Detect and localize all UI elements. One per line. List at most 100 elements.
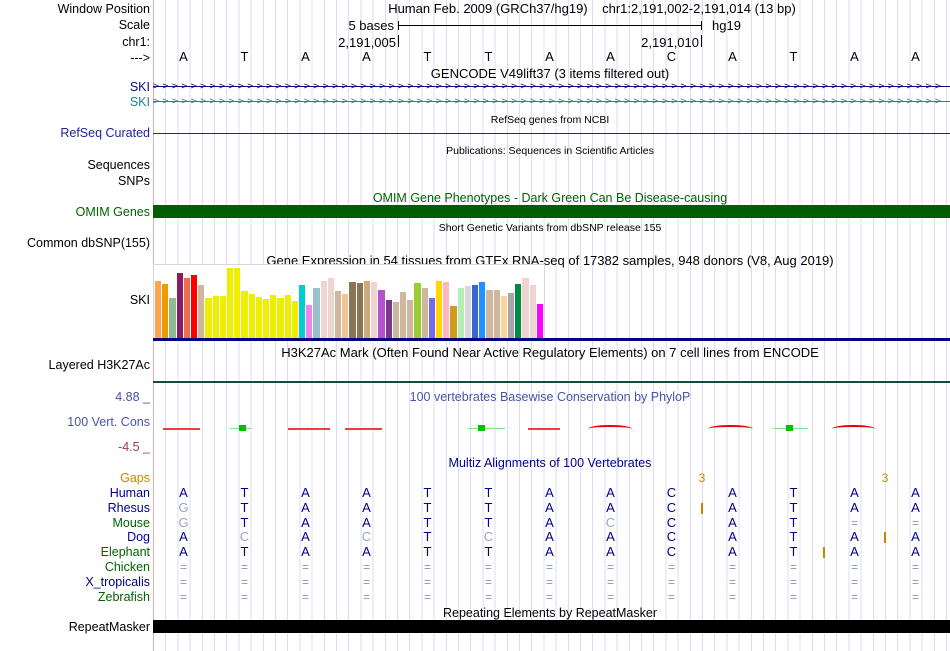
alignment-base: T: [458, 486, 519, 500]
alignment-base: T: [214, 501, 275, 515]
scale-bar-right-tick: [701, 21, 702, 30]
insertion-tick: [884, 532, 886, 543]
alignment-base: =: [824, 590, 885, 604]
gtex-bar: [494, 290, 500, 338]
base-letter: A: [824, 50, 885, 64]
alignment-base: T: [763, 530, 824, 544]
alignment-base: =: [336, 560, 397, 574]
gtex-bar: [177, 273, 183, 338]
alignment-species-label[interactable]: X_tropicalis: [0, 575, 150, 589]
insertion-tick: [823, 547, 825, 558]
dbsnp-label[interactable]: Common dbSNP(155): [0, 236, 150, 250]
gtex-bar: [458, 288, 464, 338]
gtex-bar: [205, 298, 211, 338]
alignment-base: G: [153, 501, 214, 515]
alignment-gaps-label[interactable]: Gaps: [0, 471, 150, 485]
alignment-base: T: [397, 501, 458, 515]
alignment-row[interactable]: GTAATTACCAT==: [153, 516, 946, 530]
gtex-gene-label[interactable]: SKI: [0, 293, 150, 307]
alignment-row[interactable]: ATAATTAACATAA: [153, 545, 946, 559]
repeatmasker-label[interactable]: RepeatMasker: [0, 620, 150, 634]
alignment-row[interactable]: =============: [153, 590, 946, 604]
gtex-bar: [198, 285, 204, 338]
gtex-bar: [191, 275, 197, 338]
alignment-base: A: [519, 501, 580, 515]
gtex-bar: [386, 300, 392, 338]
alignment-base: A: [519, 545, 580, 559]
alignment-base: A: [885, 486, 946, 500]
h3k27ac-label[interactable]: Layered H3K27Ac: [0, 358, 150, 372]
alignment-species-label[interactable]: Zebrafish: [0, 590, 150, 604]
phylop-track-title: 100 vertebrates Basewise Conservation by…: [153, 390, 947, 404]
alignment-row[interactable]: =============: [153, 575, 946, 589]
alignment-row[interactable]: ACACTCAACATAA: [153, 530, 946, 544]
alignment-base: T: [458, 545, 519, 559]
alignment-base: =: [763, 590, 824, 604]
alignment-base: =: [458, 575, 519, 589]
alignment-base: =: [580, 575, 641, 589]
gtex-bar: [515, 284, 521, 338]
gtex-bar: [422, 288, 428, 338]
alignment-base: =: [397, 560, 458, 574]
refseq-curated-line[interactable]: [153, 133, 950, 134]
gencode-transcript-label-2[interactable]: SKI: [0, 95, 150, 109]
gtex-bar: [414, 283, 420, 338]
assembly-name: Human Feb. 2009 (GRCh37/hg19): [388, 1, 587, 16]
phylop-flat-segment: [163, 428, 200, 430]
alignment-base: T: [397, 486, 458, 500]
alignment-base: T: [763, 486, 824, 500]
publications-snps-label[interactable]: SNPs: [0, 174, 150, 188]
alignment-base: T: [763, 545, 824, 559]
alignment-base: T: [397, 516, 458, 530]
alignment-base: C: [458, 530, 519, 544]
alignment-species-label[interactable]: Mouse: [0, 516, 150, 530]
alignment-species-label[interactable]: Chicken: [0, 560, 150, 574]
alignment-row[interactable]: =============: [153, 560, 946, 574]
gap-count: 3: [878, 471, 892, 485]
base-row[interactable]: ATAATTAACATAA: [153, 50, 946, 64]
gtex-bar: [508, 293, 514, 338]
gencode-transcript-arrows-1[interactable]: >>>>>>>>>>>>>>>>>>>>>>>>>>>>>>>>>>>>>>>>…: [153, 80, 950, 94]
alignment-base: =: [824, 575, 885, 589]
alignment-base: T: [214, 545, 275, 559]
repeatmasker-bar[interactable]: [153, 620, 950, 633]
gencode-transcript-arrows-2[interactable]: >>>>>>>>>>>>>>>>>>>>>>>>>>>>>>>>>>>>>>>>…: [153, 95, 950, 109]
omim-gene-bar[interactable]: [153, 205, 950, 218]
alignment-base: A: [519, 530, 580, 544]
gtex-bar: [234, 268, 240, 338]
alignment-base: =: [458, 590, 519, 604]
multiz-track-title: Multiz Alignments of 100 Vertebrates: [153, 456, 947, 470]
omim-track-title: OMIM Gene Phenotypes - Dark Green Can Be…: [153, 191, 947, 205]
gtex-bar: [364, 281, 370, 338]
publications-sequences-label[interactable]: Sequences: [0, 158, 150, 172]
alignment-base: C: [641, 516, 702, 530]
alignment-species-label[interactable]: Rhesus: [0, 501, 150, 515]
h3k27ac-signal-line[interactable]: [153, 381, 950, 383]
gtex-bar: [306, 305, 312, 338]
alignment-base: C: [641, 545, 702, 559]
alignment-base: =: [397, 575, 458, 589]
alignment-species-label[interactable]: Elephant: [0, 545, 150, 559]
gtex-bar: [400, 292, 406, 338]
alignment-base: =: [885, 516, 946, 530]
alignment-base: T: [214, 486, 275, 500]
refseq-curated-label[interactable]: RefSeq Curated: [0, 126, 150, 140]
alignment-species-label[interactable]: Dog: [0, 530, 150, 544]
gtex-bars[interactable]: [155, 266, 543, 338]
alignment-row[interactable]: ATAATTAACATAA: [153, 486, 946, 500]
alignment-row[interactable]: GTAATTAACATAA: [153, 501, 946, 515]
alignment-base: =: [214, 575, 275, 589]
alignment-base: T: [397, 530, 458, 544]
phylop-track[interactable]: [0, 425, 950, 435]
omim-genes-label[interactable]: OMIM Genes: [0, 205, 150, 219]
gencode-transcript-label-1[interactable]: SKI: [0, 80, 150, 94]
gtex-bar: [313, 288, 319, 338]
phylop-green-square: [478, 425, 485, 431]
alignment-base: =: [824, 560, 885, 574]
alignment-base: A: [702, 545, 763, 559]
gtex-bar: [407, 300, 413, 338]
phylop-bump-segment: [832, 425, 875, 431]
scale-bar-left-tick: [398, 21, 399, 30]
alignment-base: =: [458, 560, 519, 574]
alignment-species-label[interactable]: Human: [0, 486, 150, 500]
